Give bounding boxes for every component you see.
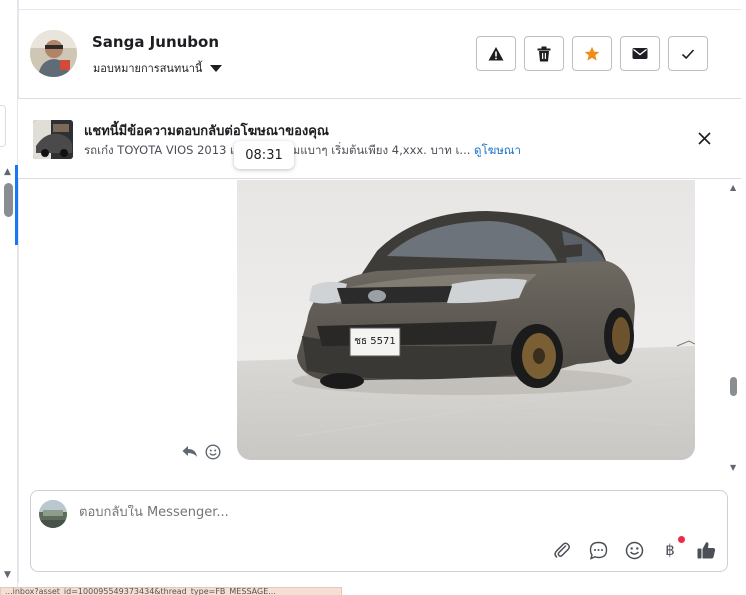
left-pane-tab[interactable] — [0, 105, 6, 147]
baht-icon: ฿ — [665, 541, 675, 559]
browser-status-bar: ...inbox?asset_id=100095549373434&thread… — [0, 587, 342, 595]
conversation-header: Sanga Junubon มอบหมายการสนทนานี้ — [18, 10, 741, 99]
left-scroll-up-arrow[interactable]: ▲ — [4, 167, 11, 177]
close-icon — [697, 131, 711, 145]
check-icon — [681, 48, 695, 59]
composer-toolbar: ฿ — [551, 536, 717, 561]
mail-icon — [632, 48, 648, 59]
user-name[interactable]: Sanga Junubon — [92, 33, 219, 51]
report-spam-button[interactable] — [476, 36, 516, 71]
conversation-actions — [476, 36, 708, 71]
saved-replies-button[interactable] — [587, 539, 609, 561]
left-scroll-down-arrow[interactable]: ▼ — [4, 570, 11, 580]
page-avatar — [39, 500, 67, 528]
star-icon — [584, 46, 600, 61]
chat-bubble-icon — [589, 541, 607, 560]
ad-description-tail: มแบาๆ เริ่มต้นเพียง 4,xxx. บาท เ... — [292, 143, 471, 157]
message-composer: ฿ — [30, 490, 728, 572]
assign-label: มอบหมายการสนทนานี้ — [93, 62, 203, 75]
thread-scroll-up-arrow[interactable]: ▲ — [730, 183, 736, 192]
message-timestamp-tooltip: 08:31 — [234, 141, 294, 169]
view-ad-link[interactable]: ดูโฆษณา — [474, 143, 521, 157]
ad-thumbnail[interactable] — [33, 120, 73, 159]
message-thread: ชธ 5571 — [18, 180, 741, 480]
car-photo-message[interactable]: ชธ 5571 — [237, 180, 695, 460]
ad-reply-banner: แชทนี้มีข้อความตอบกลับต่อโฆษณาของคุณ รถเ… — [18, 99, 741, 179]
thread-scrollbar-thumb[interactable] — [730, 377, 737, 396]
emoji-icon — [625, 541, 643, 559]
ad-description-text: รถเก๋ง TOYOTA VIOS 2013 เค — [84, 143, 242, 157]
mark-unread-button[interactable] — [620, 36, 660, 71]
payment-button[interactable]: ฿ — [659, 536, 685, 561]
reply-icon[interactable] — [182, 445, 198, 458]
reply-input[interactable] — [79, 505, 579, 520]
warning-icon — [488, 46, 504, 60]
thread-scroll-down-arrow[interactable]: ▼ — [730, 463, 736, 472]
assign-conversation-dropdown[interactable]: มอบหมายการสนทนานี้ — [93, 59, 223, 77]
send-like-button[interactable] — [695, 539, 717, 561]
attachment-icon — [554, 542, 570, 558]
close-banner-button[interactable] — [694, 128, 714, 148]
trash-icon — [537, 46, 551, 61]
star-button[interactable] — [572, 36, 612, 71]
attach-button[interactable] — [551, 539, 573, 561]
ad-banner-title: แชทนี้มีข้อความตอบกลับต่อโฆษณาของคุณ — [84, 124, 329, 139]
notification-dot — [678, 536, 685, 543]
react-emoji-icon[interactable] — [205, 444, 221, 460]
license-plate-text: ชธ 5571 — [354, 336, 396, 347]
left-pane-edge: ▲ ▼ — [0, 0, 18, 595]
left-scrollbar-thumb[interactable] — [4, 183, 13, 217]
delete-button[interactable] — [524, 36, 564, 71]
user-avatar[interactable] — [30, 30, 77, 77]
ad-banner-description: รถเก๋ง TOYOTA VIOS 2013 เค มแบาๆ เริ่มต้น… — [84, 142, 521, 160]
thread-scrollbar[interactable]: ▲ ▼ — [727, 181, 739, 481]
thumbs-up-icon — [697, 542, 715, 559]
mark-done-button[interactable] — [668, 36, 708, 71]
emoji-button[interactable] — [623, 539, 645, 561]
caret-down-icon — [210, 64, 223, 72]
